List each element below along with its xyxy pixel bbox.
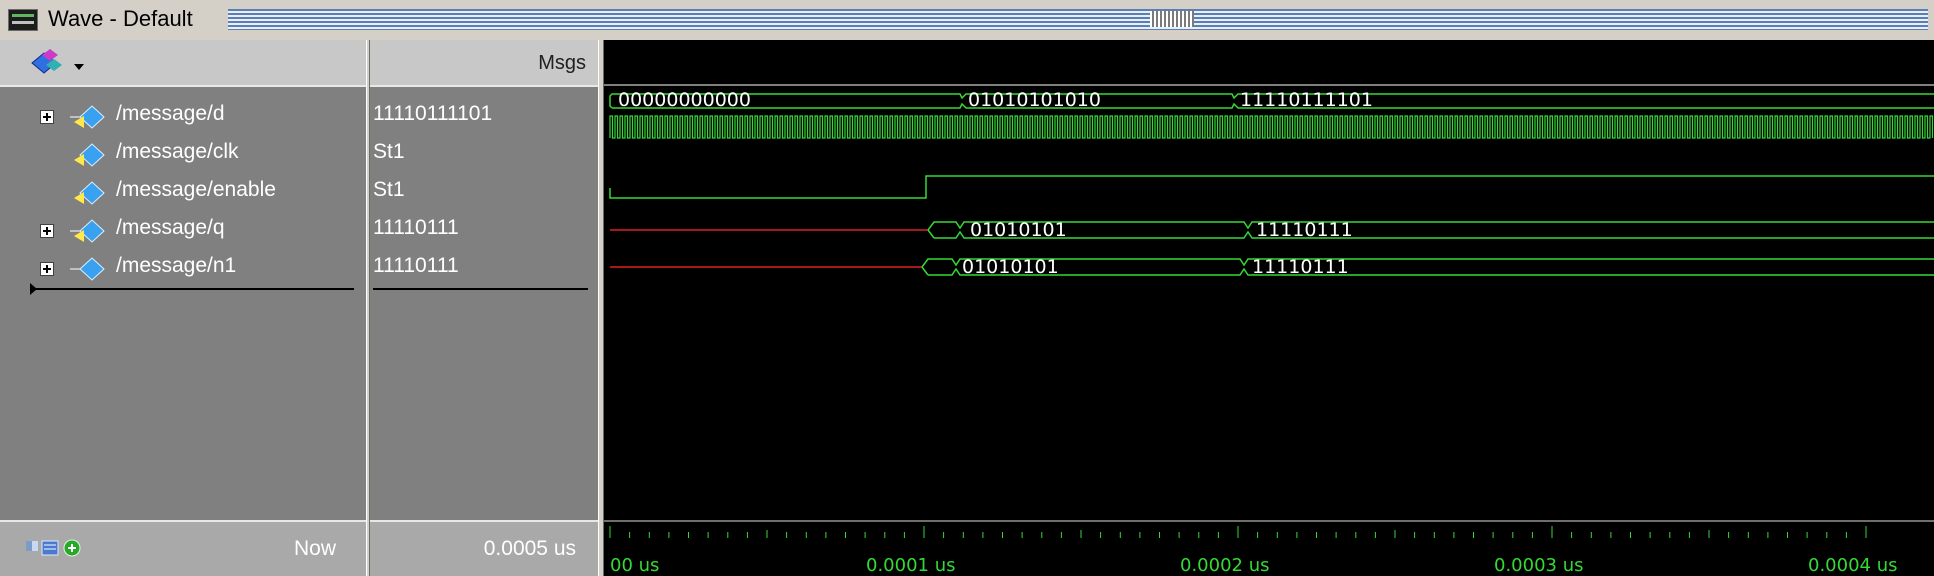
bus-value-d-1: 01010101010: [968, 89, 1101, 111]
bus-value-d-0: 00000000000: [618, 89, 751, 111]
timeline-ticks: [609, 526, 1867, 538]
wave-clk: [609, 115, 1934, 139]
wave-window-icon: [8, 9, 38, 31]
title-grip-icon[interactable]: [1150, 11, 1194, 27]
signal-value: 11110111: [373, 216, 459, 239]
title-bar[interactable]: Wave - Default: [0, 0, 1934, 41]
signal-value: 11110111: [373, 254, 459, 277]
signal-value: 11110111101: [373, 102, 493, 125]
window-title: Wave - Default: [48, 6, 193, 31]
wave-enable: [609, 175, 1934, 199]
signal-row-d[interactable]: /message/d: [0, 100, 366, 136]
signal-row-enable[interactable]: /message/enable: [0, 176, 366, 212]
expand-icon[interactable]: [40, 262, 54, 276]
bus-value-q-1: 11110111: [1256, 219, 1353, 241]
bus-value-n1-0: 01010101: [962, 256, 1059, 278]
signal-row-clk[interactable]: /message/clk: [0, 138, 366, 174]
signal-diamond-icon: [70, 219, 105, 243]
timeline-label-4: 0.0004 us: [1808, 555, 1898, 576]
cursor-tools-icon[interactable]: [26, 537, 96, 559]
msgs-label: Msgs: [538, 52, 586, 74]
title-bar-drag-area[interactable]: [228, 9, 1928, 30]
now-value: 0.0005 us: [483, 537, 576, 560]
pane-splitter-left[interactable]: [366, 40, 370, 576]
now-label: Now: [294, 537, 337, 560]
bus-value-d-2: 11110111101: [1240, 89, 1373, 111]
clk-trace: [609, 115, 1934, 139]
footer-values: 0.0005 us: [370, 520, 598, 576]
expand-icon[interactable]: [40, 110, 54, 124]
signal-diamond-icon: [74, 143, 105, 167]
signal-row-n1[interactable]: /message/n1: [0, 252, 366, 288]
bus-value-n1-1: 11110111: [1252, 256, 1349, 278]
signal-name: /message/q: [116, 216, 225, 239]
signal-value-d: 11110111101: [373, 100, 593, 136]
signal-name: /message/n1: [116, 254, 237, 277]
chevron-down-icon[interactable]: [74, 64, 84, 70]
timeline-label-1: 0.0001 us: [866, 555, 956, 576]
signal-diamond-icon: [70, 257, 105, 281]
signal-diamond-icon: [74, 181, 105, 205]
msgs-header: Msgs: [370, 40, 598, 87]
timeline-label-0: 00 us: [610, 555, 659, 576]
wave-q: 01010101 11110111: [610, 219, 1934, 241]
signal-value-enable: St1: [373, 176, 593, 212]
bus-value-q-0: 01010101: [970, 219, 1067, 241]
insert-line-values: [373, 288, 588, 290]
signal-name: /message/d: [116, 102, 225, 125]
signal-diamond-icon: [70, 105, 105, 129]
waveform-canvas[interactable]: 00000000000 01010101010 11110111101 0101…: [604, 40, 1934, 576]
signal-value-n1: 11110111: [373, 252, 593, 288]
expand-icon[interactable]: [40, 224, 54, 238]
signal-value-q: 11110111: [373, 214, 593, 250]
signal-name: /message/clk: [116, 140, 239, 163]
wave-n1: 01010101 11110111: [610, 256, 1934, 278]
timeline-label-2: 0.0002 us: [1180, 555, 1270, 576]
signal-name: /message/enable: [116, 178, 276, 201]
timeline-label-3: 0.0003 us: [1494, 555, 1584, 576]
wave-window: Wave - Default Msgs /message/d /message/…: [0, 0, 1934, 576]
signal-value: St1: [373, 140, 405, 163]
signal-value: St1: [373, 178, 405, 201]
signal-value-clk: St1: [373, 138, 593, 174]
wave-d: 00000000000 01010101010 11110111101: [609, 89, 1934, 111]
signal-row-q[interactable]: /message/q: [0, 214, 366, 250]
footer-toolbar: [26, 537, 96, 563]
wave-signals-icon[interactable]: [28, 49, 62, 77]
insert-line: [30, 288, 354, 290]
